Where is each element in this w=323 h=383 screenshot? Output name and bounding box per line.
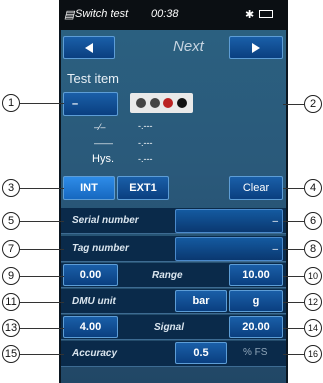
callout-line [283,188,304,189]
callout-14: 14 [304,319,322,337]
callout-line [20,276,64,277]
terminal-icon [177,98,188,108]
callout-line [20,103,64,104]
callout-11: 11 [2,293,20,311]
int-button[interactable]: INT [63,176,115,200]
app-title: Switch test [75,8,129,20]
callout-15: 15 [2,345,20,363]
callout-4: 4 [304,179,322,197]
range-label: Range [152,270,183,281]
arrow-left-icon [85,42,93,53]
next-button[interactable] [229,36,283,59]
document-icon: ▤ [64,9,75,21]
terminal-icon [135,98,146,108]
dmu-unit-label: DMU unit [72,296,116,307]
callout-line [283,221,304,222]
accuracy-value-button[interactable]: 0.5 [175,342,227,364]
tag-number-label: Tag number [72,243,129,254]
accuracy-label: Accuracy [72,348,118,359]
terminal-icon [149,98,160,108]
callout-3: 3 [2,179,20,197]
tag-number-field[interactable]: – [175,237,283,261]
callout-line [20,354,64,355]
callout-13: 13 [2,319,20,337]
range-high-button[interactable]: 10.00 [229,264,283,286]
arrow-right-icon [252,42,260,53]
switch-type-button[interactable]: – [63,92,118,116]
dmu-unit-bar-button[interactable]: bar [175,290,227,312]
callout-line [20,328,64,329]
signal-label: Signal [154,322,185,333]
dmu-unit-g-button[interactable]: g [229,290,283,312]
callout-line [20,249,64,250]
callout-7: 7 [2,240,20,258]
switch-placeholder: – [72,98,79,110]
callout-8: 8 [304,240,322,258]
callout-line [283,302,304,303]
test-item-label: Test item [67,71,120,86]
callout-16: 16 [304,345,322,363]
status-bar: ▤ Switch test 00:38 ✱ [59,0,288,30]
clear-button[interactable]: Clear [229,176,283,200]
callout-line [20,188,64,189]
callout-line [20,221,64,222]
terminal-connector-image [130,93,193,113]
bluetooth-icon: ✱ [245,9,255,21]
callout-12: 12 [304,293,322,311]
callout-line [283,249,304,250]
closed-switch-value: -.--- [138,138,153,148]
open-switch-value: -.--- [138,121,153,131]
range-low-button[interactable]: 0.00 [63,264,118,286]
callout-10: 10 [304,267,322,285]
callout-6: 6 [304,212,322,230]
terminal-icon [163,98,174,108]
battery-icon [259,10,273,18]
closed-switch-icon: –—– [94,138,114,148]
callout-2: 2 [304,95,322,113]
hysteresis-label: Hys. [92,153,114,165]
back-button[interactable] [63,36,115,59]
accuracy-unit: % FS [243,347,268,358]
ext1-button[interactable]: EXT1 [117,176,169,200]
signal-low-button[interactable]: 4.00 [63,316,118,338]
callout-line [283,104,304,105]
callout-1: 1 [2,94,20,112]
next-label: Next [173,38,204,55]
callout-line [283,276,304,277]
hysteresis-value: -.--- [138,154,153,164]
clock: 00:38 [151,8,179,20]
serial-number-field[interactable]: – [175,209,283,233]
callout-line [283,328,304,329]
signal-high-button[interactable]: 20.00 [229,316,283,338]
callout-9: 9 [2,267,20,285]
callout-line [20,302,64,303]
serial-number-label: Serial number [72,215,139,226]
open-switch-icon: –⁄– [94,122,106,132]
callout-line [283,354,304,355]
callout-5: 5 [2,212,20,230]
